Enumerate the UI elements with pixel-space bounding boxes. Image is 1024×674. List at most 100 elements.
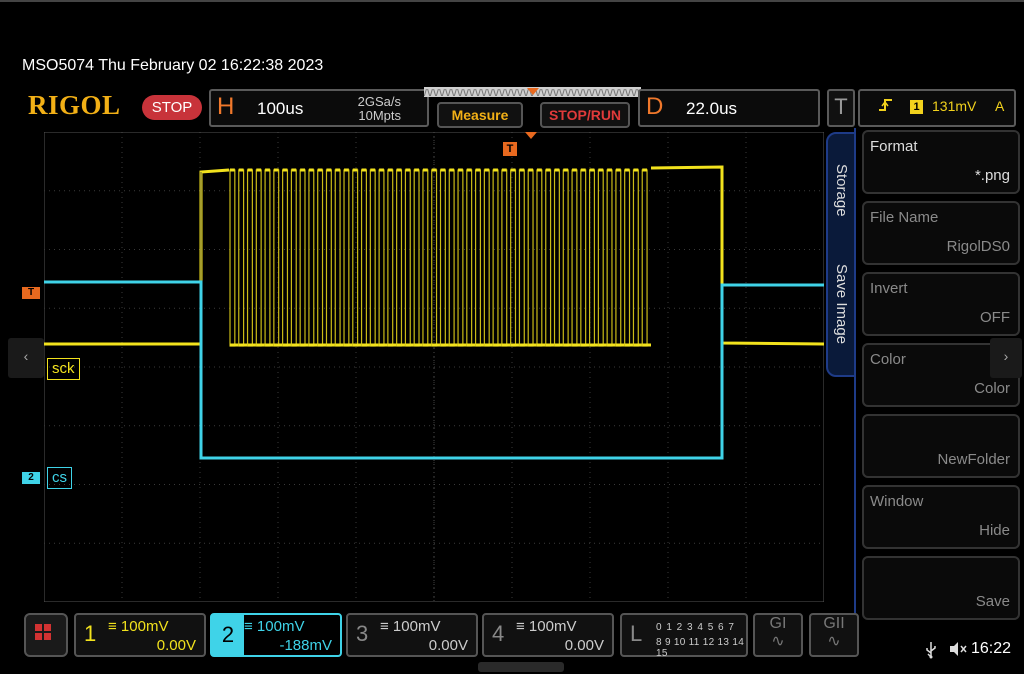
home-menu-button[interactable] [24, 613, 68, 657]
ch1-scale-value: 100mV [120, 618, 169, 635]
sck-pulse [317, 169, 324, 347]
sck-pulse [352, 169, 359, 347]
ch4-offset: 0.00V [564, 637, 604, 654]
sck-pulse [597, 169, 604, 347]
bottom-scrollbar[interactable] [478, 662, 564, 672]
ch2-label: cs [47, 467, 72, 489]
sck-pulse [334, 169, 341, 347]
delay-box[interactable]: D 22.0us [638, 89, 820, 127]
sck-pulse [615, 169, 622, 347]
menu-item-format[interactable]: Format *.png [862, 130, 1020, 194]
trigger-source: 1 [910, 100, 923, 114]
trigger-position-marker[interactable]: T [503, 142, 517, 156]
menu-item-save[interactable]: Save [862, 556, 1020, 620]
menu-item-invert[interactable]: Invert OFF [862, 272, 1020, 336]
ch2-scale: ≡ 100mV [244, 618, 305, 635]
trigger-mode: A [995, 98, 1005, 114]
generator1-label: GI [769, 615, 787, 632]
trigger-letter[interactable]: T [827, 89, 855, 127]
sck-pulse [474, 169, 482, 347]
sck-pulse [290, 169, 297, 347]
ch4-setting-box[interactable]: 4 ≡ 100mV 0.00V [482, 613, 614, 657]
run-state-badge[interactable]: STOP [142, 95, 202, 120]
ch2-number: 2 [212, 615, 244, 655]
sck-pulse [580, 169, 587, 347]
menu-tabs[interactable]: Storage Save Image [826, 132, 856, 377]
ch3-offset: 0.00V [428, 637, 468, 654]
sck-pulse [571, 169, 578, 347]
logic-analyzer-box[interactable]: L 0 1 2 3 4 5 6 7 8 9 10 11 12 13 14 15 [620, 613, 748, 659]
sine-wave-icon: ∿ [771, 633, 785, 650]
usb-icon [924, 641, 938, 664]
trigger-level-marker[interactable]: T [22, 287, 40, 299]
ch1-number: 1 [84, 621, 97, 646]
menu-item-label: Invert [870, 280, 908, 297]
sck-pulse [641, 169, 648, 347]
menu-item-value: OFF [980, 309, 1010, 326]
memory-timeline-bar [424, 87, 641, 97]
sck-pulse [624, 169, 631, 347]
left-drawer-handle[interactable]: ‹ [8, 338, 44, 378]
sine-wave-icon: ∿ [827, 633, 841, 650]
sample-rate: 2GSa/s [357, 94, 401, 109]
sck-pulse [308, 169, 315, 347]
sck-pulse [422, 169, 429, 347]
ch4-scale-value: 100mV [528, 618, 577, 635]
sck-pulse [360, 169, 367, 347]
sck-pulse [483, 169, 490, 347]
tab-save-image[interactable]: Save Image [833, 264, 850, 344]
horizontal-timebase-box[interactable]: H 100us 2GSa/s 10Mpts [209, 89, 429, 127]
generator1-button[interactable]: GI ∿ [753, 613, 803, 657]
sck-pulse [396, 169, 403, 347]
system-clock: 16:22 [971, 640, 1012, 657]
menu-item-value: RigolDS0 [946, 238, 1010, 255]
model-datetime: MSO5074 Thu February 02 16:22:38 2023 [22, 57, 324, 74]
tab-storage[interactable]: Storage [833, 164, 850, 217]
stop-run-button[interactable]: STOP/RUN [540, 102, 630, 128]
memory-depth: 10Mpts [358, 108, 401, 123]
sck-pulse [325, 169, 332, 347]
sck-pulse [518, 169, 525, 347]
rigol-logo: RIGOL [28, 90, 121, 120]
ch2-setting-box[interactable]: 2 ≡ 100mV -188mV [210, 613, 342, 657]
sck-pulse [255, 169, 262, 347]
sck-pulse [378, 169, 385, 347]
sck-pulse [510, 169, 517, 347]
ch4-number: 4 [492, 621, 505, 646]
ch1-setting-box[interactable]: 1 ≡ 100mV 0.00V [74, 613, 206, 657]
right-drawer-handle[interactable]: › [990, 338, 1022, 378]
menu-item-label: Window [870, 493, 924, 510]
delay-letter: D [646, 93, 664, 120]
ch2-offset: -188mV [279, 637, 332, 654]
speaker-muted-icon[interactable] [948, 641, 968, 661]
sck-pulse [299, 169, 306, 347]
save-image-menu: Format *.png File Name RigolDS0 Invert O… [854, 128, 1024, 628]
sck-pulse [632, 169, 639, 347]
logic-row1: 0 1 2 3 4 5 6 7 [656, 622, 735, 633]
menu-item-label: File Name [870, 209, 939, 226]
ch2-offset-marker[interactable]: 2 [22, 472, 40, 484]
sck-pulse [264, 169, 271, 347]
delay-value: 22.0us [686, 99, 738, 118]
sck-pulse [238, 169, 245, 347]
sck-pulse [282, 169, 289, 347]
menu-item-label: Color [870, 351, 906, 368]
grid-square [35, 624, 42, 631]
menu-item-value: Color [974, 380, 1010, 397]
sck-pulse [387, 169, 394, 347]
generator2-button[interactable]: GII ∿ [809, 613, 859, 657]
ch1-label: sck [47, 358, 80, 380]
sck-tail [650, 165, 824, 346]
ch3-setting-box[interactable]: 3 ≡ 100mV 0.00V [346, 613, 478, 657]
sck-pulse [457, 169, 464, 347]
menu-item-new-folder[interactable]: NewFolder [862, 414, 1020, 478]
sck-pulse [562, 169, 569, 347]
sck-pulse [343, 169, 350, 347]
menu-item-file-name[interactable]: File Name RigolDS0 [862, 201, 1020, 265]
menu-item-value: NewFolder [937, 451, 1010, 468]
menu-item-window[interactable]: Window Hide [862, 485, 1020, 549]
trigger-level: 131mV [932, 98, 977, 114]
waveform-grid[interactable] [44, 132, 824, 602]
sck-pulse [369, 169, 376, 347]
measure-button[interactable]: Measure [437, 102, 523, 128]
